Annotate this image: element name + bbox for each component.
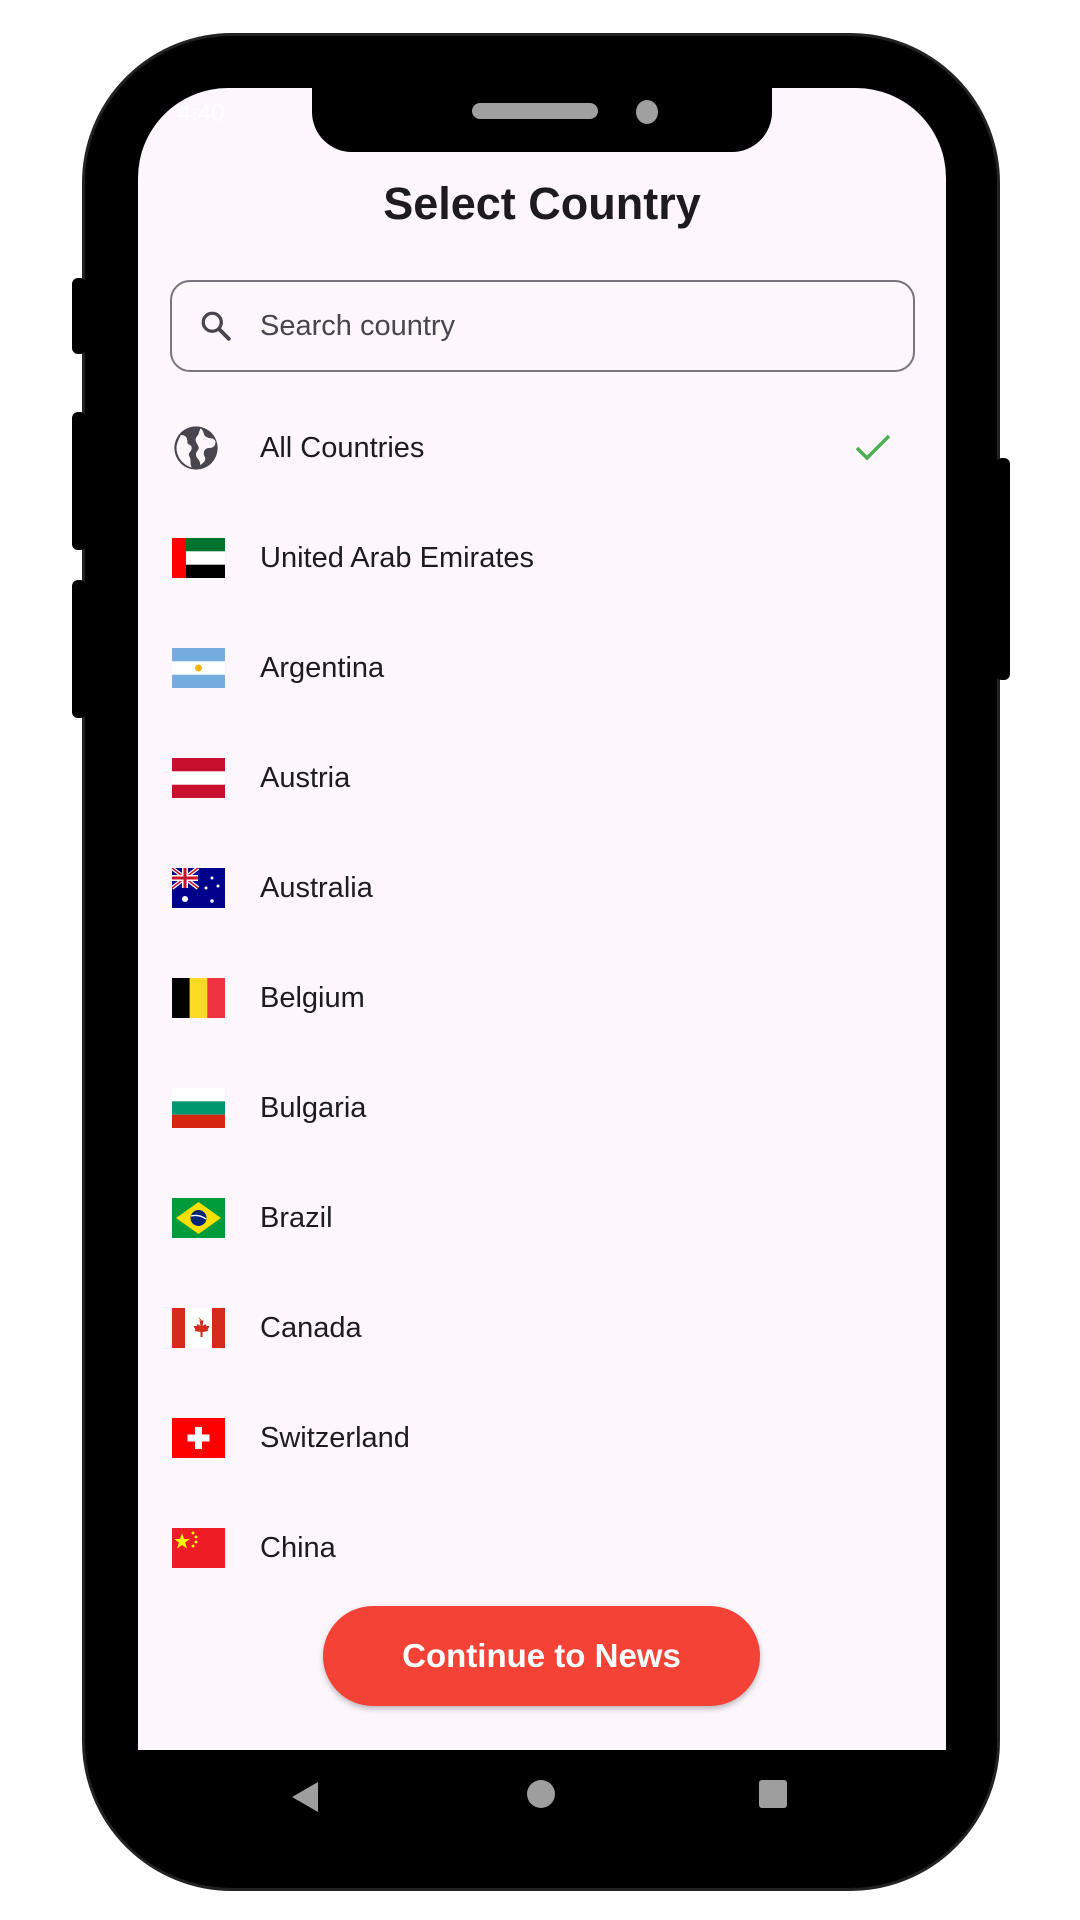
country-item[interactable]: Bulgaria [138, 1053, 946, 1163]
flag-ae-icon [172, 538, 225, 578]
phone-side-button [72, 278, 86, 354]
country-item[interactable]: Austria [138, 723, 946, 833]
back-icon[interactable] [290, 1780, 320, 1814]
flag-ch-icon [172, 1418, 225, 1458]
country-item[interactable]: Brazil [138, 1163, 946, 1273]
flag-ar-icon [172, 648, 225, 688]
recents-icon[interactable] [758, 1779, 788, 1809]
country-label: All Countries [260, 431, 425, 464]
power-button [996, 458, 1010, 680]
country-item[interactable]: China [138, 1493, 946, 1603]
volume-down-button [72, 580, 86, 718]
app-screen: 4:40 Select Country All Countries United … [138, 88, 946, 1750]
country-item[interactable]: United Arab Emirates [138, 503, 946, 613]
country-item[interactable]: Switzerland [138, 1383, 946, 1493]
country-label: Canada [260, 1311, 362, 1344]
navigation-bar [138, 1750, 946, 1850]
flag-ca-icon [172, 1308, 225, 1348]
speaker [472, 103, 598, 119]
flag-be-icon [172, 978, 225, 1018]
search-input[interactable] [260, 309, 860, 343]
country-label: China [260, 1531, 336, 1564]
search-field[interactable] [170, 280, 915, 372]
country-label: Brazil [260, 1201, 333, 1234]
flag-cn-icon [172, 1528, 225, 1568]
flag-bg-icon [172, 1088, 225, 1128]
page-title: Select Country [383, 178, 701, 229]
home-icon[interactable] [526, 1779, 556, 1809]
globe-icon [174, 426, 218, 470]
country-label: Australia [260, 871, 373, 904]
check-icon [855, 434, 891, 461]
country-item[interactable]: All Countries [138, 393, 946, 503]
search-icon [201, 311, 231, 341]
country-label: Switzerland [260, 1421, 410, 1454]
country-item[interactable]: Canada [138, 1273, 946, 1383]
flag-at-icon [172, 758, 225, 798]
country-label: United Arab Emirates [260, 541, 535, 574]
camera [636, 100, 658, 124]
country-label: Argentina [260, 651, 385, 684]
country-item[interactable]: Argentina [138, 613, 946, 723]
continue-button[interactable]: Continue to News [323, 1606, 760, 1706]
flag-au-icon [172, 868, 225, 908]
volume-up-button [72, 412, 86, 550]
country-item[interactable]: Belgium [138, 943, 946, 1053]
country-item[interactable]: Australia [138, 833, 946, 943]
flag-br-icon [172, 1198, 225, 1238]
status-time: 4:40 [178, 100, 225, 127]
country-label: Belgium [260, 981, 365, 1014]
country-label: Austria [260, 761, 351, 794]
country-label: Bulgaria [260, 1091, 367, 1124]
